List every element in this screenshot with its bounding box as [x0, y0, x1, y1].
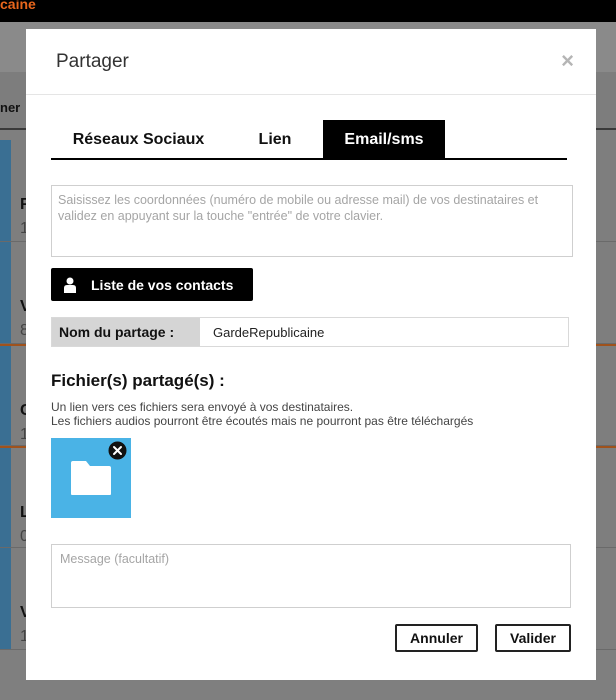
close-icon[interactable]: ×: [561, 50, 574, 72]
shared-files-desc-line2: Les fichiers audios pourront être écouté…: [51, 414, 474, 428]
shared-files-description: Un lien vers ces fichiers sera envoyé à …: [51, 400, 473, 428]
brand-name: caine: [0, 0, 36, 12]
recipients-input[interactable]: Saisissez les coordonnées (numéro de mob…: [51, 185, 573, 257]
validate-button[interactable]: Valider: [495, 624, 571, 652]
shared-files-desc-line1: Un lien vers ces fichiers sera envoyé à …: [51, 400, 354, 414]
share-name-label: Nom du partage :: [52, 318, 200, 346]
contacts-list-button[interactable]: Liste de vos contacts: [51, 268, 253, 301]
message-input[interactable]: [51, 544, 571, 608]
share-name-input[interactable]: [200, 318, 568, 346]
folder-icon: [71, 461, 111, 495]
share-modal: Partager × Réseaux Sociaux Lien Email/sm…: [26, 29, 596, 680]
contacts-list-label: Liste de vos contacts: [91, 277, 234, 293]
share-tabs: Réseaux Sociaux Lien Email/sms: [51, 120, 567, 160]
remove-file-icon[interactable]: [108, 441, 127, 460]
shared-file-tile[interactable]: [51, 438, 131, 518]
person-icon: [64, 277, 76, 293]
modal-header: Partager ×: [26, 29, 596, 95]
top-bar: caine: [0, 0, 616, 22]
modal-title: Partager: [56, 51, 129, 72]
tab-email-sms[interactable]: Email/sms: [323, 120, 445, 158]
shared-files-title: Fichier(s) partagé(s) :: [51, 371, 225, 390]
toolbar-label: ner: [0, 100, 21, 115]
cancel-button[interactable]: Annuler: [395, 624, 478, 652]
tab-social-networks[interactable]: Réseaux Sociaux: [51, 120, 226, 158]
share-name-field: Nom du partage :: [51, 317, 569, 347]
tab-link[interactable]: Lien: [233, 120, 317, 158]
